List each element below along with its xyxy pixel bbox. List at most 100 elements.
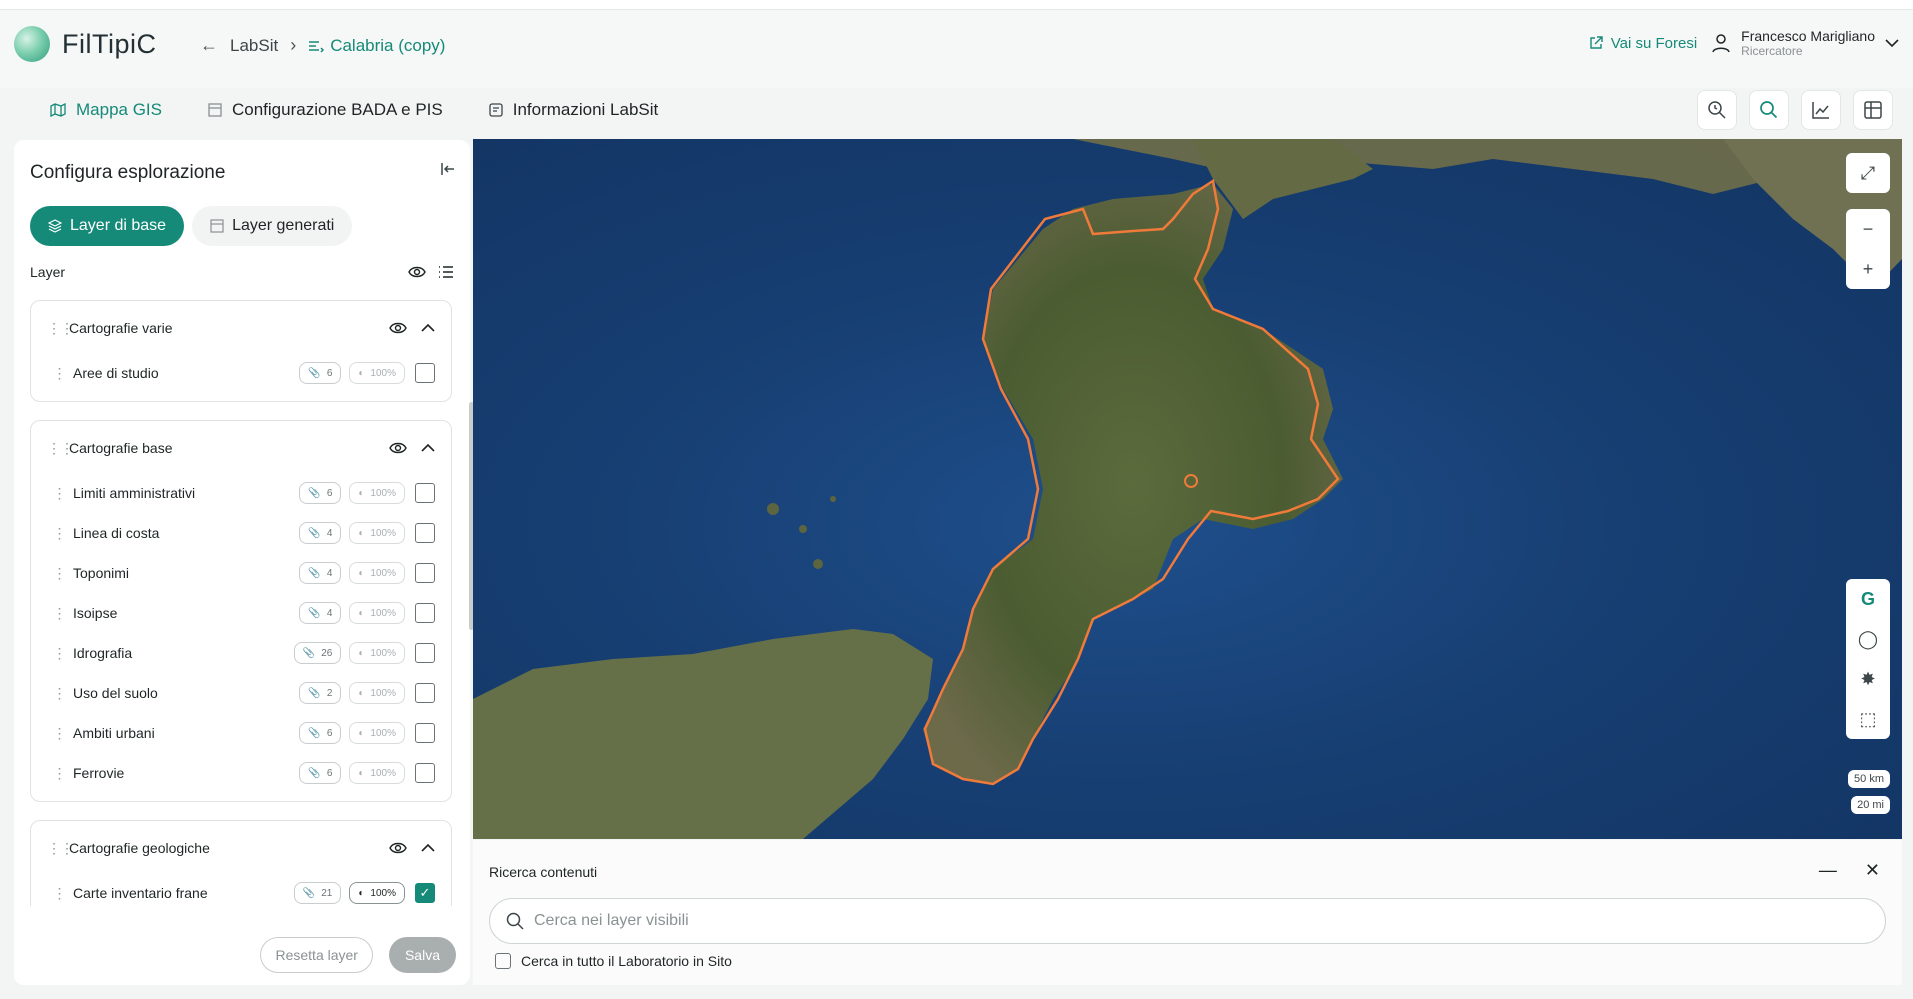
back-arrow-icon[interactable]: ←	[200, 35, 218, 56]
tab-mappa-gis[interactable]: Mappa GIS	[50, 100, 162, 120]
chevron-up-icon[interactable]	[421, 323, 435, 333]
drag-handle-icon[interactable]: ⋮	[47, 685, 71, 702]
layer-checkbox[interactable]	[415, 643, 435, 663]
reset-layers-button[interactable]: Resetta layer	[260, 937, 373, 973]
drag-handle-icon[interactable]: ⋮⋮	[47, 440, 74, 457]
attachment-count[interactable]: 📎 4	[299, 602, 342, 624]
user-menu[interactable]: Francesco Marigliano Ricercatore	[1711, 28, 1899, 58]
zoom-out-icon[interactable]: −	[1846, 209, 1890, 249]
drag-handle-icon[interactable]: ⋮	[47, 565, 71, 582]
globe-icon[interactable]: ◯	[1846, 619, 1890, 659]
layer-checkbox[interactable]: ✓	[415, 883, 435, 903]
search-panel-title: Ricerca contenuti	[489, 864, 598, 880]
attachment-count[interactable]: 📎 6	[299, 482, 342, 504]
eye-icon[interactable]	[389, 321, 407, 335]
chevron-up-icon[interactable]	[421, 843, 435, 853]
breadcrumb-current[interactable]: Calabria (copy)	[308, 36, 445, 56]
fullscreen-icon[interactable]: ⤢	[1846, 153, 1890, 193]
panel-footer: Resetta layer Salva	[260, 937, 456, 973]
paperclip-icon: 📎	[308, 727, 321, 739]
list-order-icon[interactable]	[438, 265, 454, 279]
eye-icon[interactable]	[408, 265, 426, 279]
google-icon[interactable]: G	[1846, 579, 1890, 619]
drag-handle-icon[interactable]: ⋮	[47, 605, 71, 622]
opacity-control[interactable]: ◐ 100%	[349, 642, 405, 664]
aperture-icon[interactable]: ✸	[1846, 659, 1890, 699]
close-icon[interactable]: ✕	[1865, 860, 1880, 881]
query-button[interactable]	[1697, 90, 1737, 130]
eye-icon[interactable]	[389, 441, 407, 455]
opacity-control[interactable]: ◐ 100%	[349, 722, 405, 744]
opacity-control[interactable]: ◐ 100%	[349, 882, 405, 904]
drag-handle-icon[interactable]: ⋮	[47, 645, 71, 662]
chart-button[interactable]	[1801, 90, 1841, 130]
map-view[interactable]: ⤢ − + G ◯ ✸ ⬚ 50 km 20 mi	[473, 139, 1902, 839]
chevron-down-icon	[1885, 39, 1899, 48]
opacity-control[interactable]: ◐ 100%	[349, 682, 405, 704]
attachment-count[interactable]: 📎 26	[293, 642, 342, 664]
search-all-option[interactable]: Cerca in tutto il Laboratorio in Sito	[495, 953, 732, 969]
eye-icon[interactable]	[389, 841, 407, 855]
drag-handle-icon[interactable]: ⋮	[47, 365, 71, 382]
attachment-count[interactable]: 📎 6	[299, 722, 342, 744]
layer-base-button[interactable]: Layer di base	[30, 206, 185, 246]
collapse-panel-icon[interactable]	[440, 162, 456, 181]
group-name: Cartografie geologiche	[69, 840, 210, 856]
drag-handle-icon[interactable]: ⋮	[47, 485, 71, 502]
search-input[interactable]	[534, 912, 1885, 930]
layer-checkbox[interactable]	[415, 483, 435, 503]
attachment-count[interactable]: 📎 4	[299, 562, 342, 584]
opacity-control[interactable]: ◐ 100%	[349, 762, 405, 784]
drag-handle-icon[interactable]: ⋮⋮	[47, 320, 74, 337]
chevron-up-icon[interactable]	[421, 443, 435, 453]
opacity-control[interactable]: ◐ 100%	[349, 562, 405, 584]
layer-checkbox[interactable]	[415, 523, 435, 543]
drag-handle-icon[interactable]: ⋮	[47, 725, 71, 742]
drag-handle-icon[interactable]: ⋮	[47, 885, 71, 902]
count-value: 6	[326, 727, 333, 739]
foresi-link-label: Vai su Foresi	[1610, 34, 1698, 52]
tab-informazioni[interactable]: Informazioni LabSit	[489, 100, 658, 120]
tab-configurazione[interactable]: Configurazione BADA e PIS	[208, 100, 443, 120]
search-all-checkbox[interactable]	[495, 953, 511, 969]
opacity-control[interactable]: ◐ 100%	[349, 362, 405, 384]
layer-checkbox[interactable]	[415, 563, 435, 583]
paperclip-icon: 📎	[302, 887, 316, 899]
minimize-icon[interactable]: —	[1819, 860, 1837, 881]
select-area-icon[interactable]: ⬚	[1846, 699, 1890, 739]
layer-row: ⋮ Toponimi 📎 4 ◐ 100%	[47, 553, 435, 593]
map-icon	[50, 103, 66, 117]
layer-generated-button[interactable]: Layer generati	[192, 206, 353, 246]
attachment-count[interactable]: 📎 6	[299, 362, 342, 384]
layer-name: Ferrovie	[73, 765, 125, 781]
zoom-in-icon[interactable]: +	[1846, 249, 1890, 289]
database-button[interactable]	[1853, 90, 1893, 130]
layer-checkbox[interactable]	[415, 603, 435, 623]
drag-handle-icon[interactable]: ⋮⋮	[47, 840, 74, 857]
search-button[interactable]	[1749, 90, 1789, 130]
opacity-value: 100%	[370, 727, 396, 739]
attachment-count[interactable]: 📎 6	[299, 762, 342, 784]
attachment-count[interactable]: 📎 21	[293, 882, 342, 904]
opacity-control[interactable]: ◐ 100%	[349, 482, 405, 504]
layer-groups: ⋮⋮ Cartografie varie ⋮ Aree di studio 📎 6…	[30, 300, 452, 906]
paperclip-icon: 📎	[308, 687, 321, 699]
attachment-count[interactable]: 📎 2	[299, 682, 342, 704]
opacity-icon: ◐	[358, 607, 365, 619]
count-value: 6	[326, 767, 333, 779]
drag-handle-icon[interactable]: ⋮	[47, 765, 71, 782]
app-logo[interactable]	[14, 26, 50, 62]
foresi-link[interactable]: Vai su Foresi	[1589, 35, 1697, 52]
paperclip-icon: 📎	[308, 367, 321, 379]
opacity-control[interactable]: ◐ 100%	[349, 522, 405, 544]
layer-checkbox[interactable]	[415, 363, 435, 383]
layer-checkbox[interactable]	[415, 723, 435, 743]
layer-checkbox[interactable]	[415, 763, 435, 783]
save-button[interactable]: Salva	[388, 937, 456, 973]
attachment-count[interactable]: 📎 4	[299, 522, 342, 544]
layer-checkbox[interactable]	[415, 683, 435, 703]
drag-handle-icon[interactable]: ⋮	[47, 525, 71, 542]
opacity-control[interactable]: ◐ 100%	[349, 602, 405, 624]
breadcrumb-root[interactable]: LabSit	[230, 36, 278, 56]
search-field[interactable]	[489, 898, 1886, 944]
